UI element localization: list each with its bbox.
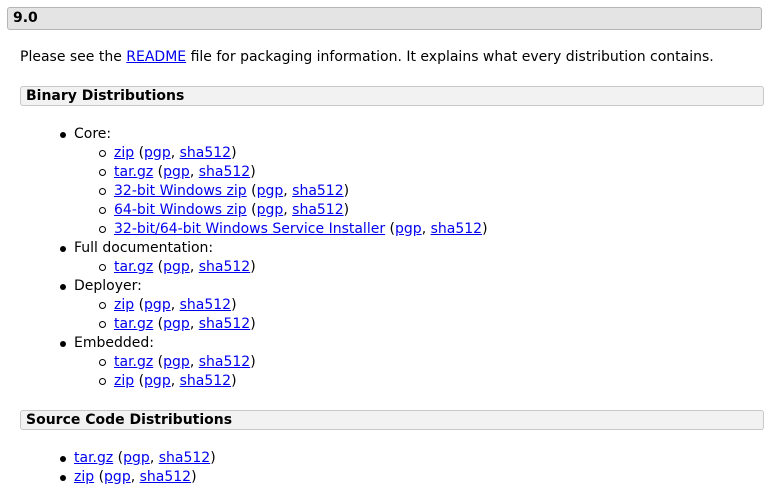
download-item: tar.gz (pgp, sha512)	[99, 353, 488, 372]
group-core: Core: zip (pgp, sha512) tar.gz (pgp, sha…	[60, 125, 488, 239]
download-item: tar.gz (pgp, sha512)	[99, 315, 488, 334]
download-link[interactable]: tar.gz	[114, 259, 153, 275]
download-link[interactable]: tar.gz	[114, 354, 153, 370]
download-link[interactable]: 64-bit Windows zip	[114, 202, 247, 218]
sha512-link[interactable]: sha512	[199, 316, 250, 332]
download-link[interactable]: zip	[114, 373, 134, 389]
pgp-link[interactable]: pgp	[395, 221, 422, 237]
source-distributions-list: tar.gz (pgp, sha512) zip (pgp, sha512)	[0, 449, 216, 487]
intro-paragraph: Please see the README file for packaging…	[20, 48, 714, 67]
pgp-link[interactable]: pgp	[163, 164, 190, 180]
group-label: Deployer:	[74, 278, 142, 294]
group-full-documentation: Full documentation: tar.gz (pgp, sha512)	[60, 239, 488, 277]
pgp-link[interactable]: pgp	[257, 183, 284, 199]
download-link[interactable]: tar.gz	[114, 316, 153, 332]
group-label: Full documentation:	[74, 240, 214, 256]
source-distributions-heading: Source Code Distributions	[20, 410, 764, 430]
group-label: Embedded:	[74, 335, 154, 351]
download-item: zip (pgp, sha512)	[99, 144, 488, 163]
download-item: tar.gz (pgp, sha512)	[99, 258, 488, 277]
sha512-link[interactable]: sha512	[199, 354, 250, 370]
group-embedded: Embedded: tar.gz (pgp, sha512) zip (pgp,…	[60, 334, 488, 391]
download-link[interactable]: 32-bit/64-bit Windows Service Installer	[114, 221, 385, 237]
documentation-downloads: tar.gz (pgp, sha512)	[74, 258, 488, 277]
pgp-link[interactable]: pgp	[104, 469, 131, 485]
version-title: 9.0	[13, 10, 38, 26]
pgp-link[interactable]: pgp	[144, 297, 171, 313]
download-link[interactable]: zip	[114, 145, 134, 161]
source-heading-text: Source Code Distributions	[26, 412, 233, 428]
pgp-link[interactable]: pgp	[257, 202, 284, 218]
sha512-link[interactable]: sha512	[180, 297, 231, 313]
group-label: Core:	[74, 126, 112, 142]
download-item: 32-bit/64-bit Windows Service Installer …	[99, 221, 488, 237]
intro-prefix: Please see the	[20, 49, 127, 65]
embedded-downloads: tar.gz (pgp, sha512) zip (pgp, sha512)	[74, 353, 488, 391]
sha512-link[interactable]: sha512	[292, 202, 343, 218]
pgp-link[interactable]: pgp	[144, 145, 171, 161]
download-link[interactable]: tar.gz	[74, 450, 113, 466]
download-item: zip (pgp, sha512)	[99, 372, 488, 391]
download-item: zip (pgp, sha512)	[60, 468, 216, 487]
deployer-downloads: zip (pgp, sha512) tar.gz (pgp, sha512)	[74, 296, 488, 334]
sha512-link[interactable]: sha512	[180, 373, 231, 389]
download-item: zip (pgp, sha512)	[99, 296, 488, 315]
sha512-link[interactable]: sha512	[140, 469, 191, 485]
readme-link[interactable]: README	[126, 49, 186, 65]
group-deployer: Deployer: zip (pgp, sha512) tar.gz (pgp,…	[60, 277, 488, 334]
binary-heading-text: Binary Distributions	[26, 88, 185, 104]
sha512-link[interactable]: sha512	[199, 164, 250, 180]
download-item: 32-bit Windows zip (pgp, sha512)	[99, 182, 488, 201]
sha512-link[interactable]: sha512	[199, 259, 250, 275]
sha512-link[interactable]: sha512	[159, 450, 210, 466]
sha512-link[interactable]: sha512	[292, 183, 343, 199]
intro-suffix: file for packaging information. It expla…	[186, 49, 714, 65]
version-heading: 9.0	[7, 7, 762, 30]
pgp-link[interactable]: pgp	[163, 259, 190, 275]
binary-distributions-list: Core: zip (pgp, sha512) tar.gz (pgp, sha…	[0, 125, 488, 391]
binary-distributions-heading: Binary Distributions	[20, 86, 764, 106]
sha512-link[interactable]: sha512	[431, 221, 482, 237]
download-link[interactable]: zip	[114, 297, 134, 313]
download-link[interactable]: zip	[74, 469, 94, 485]
sha512-link[interactable]: sha512	[180, 145, 231, 161]
download-link[interactable]: tar.gz	[114, 164, 153, 180]
download-item: tar.gz (pgp, sha512)	[99, 163, 488, 182]
pgp-link[interactable]: pgp	[163, 316, 190, 332]
pgp-link[interactable]: pgp	[123, 450, 150, 466]
download-item: 64-bit Windows zip (pgp, sha512)	[99, 201, 488, 220]
download-link[interactable]: 32-bit Windows zip	[114, 183, 247, 199]
pgp-link[interactable]: pgp	[144, 373, 171, 389]
download-item: tar.gz (pgp, sha512)	[60, 450, 216, 466]
core-downloads: zip (pgp, sha512) tar.gz (pgp, sha512) 3…	[74, 144, 488, 239]
pgp-link[interactable]: pgp	[163, 354, 190, 370]
